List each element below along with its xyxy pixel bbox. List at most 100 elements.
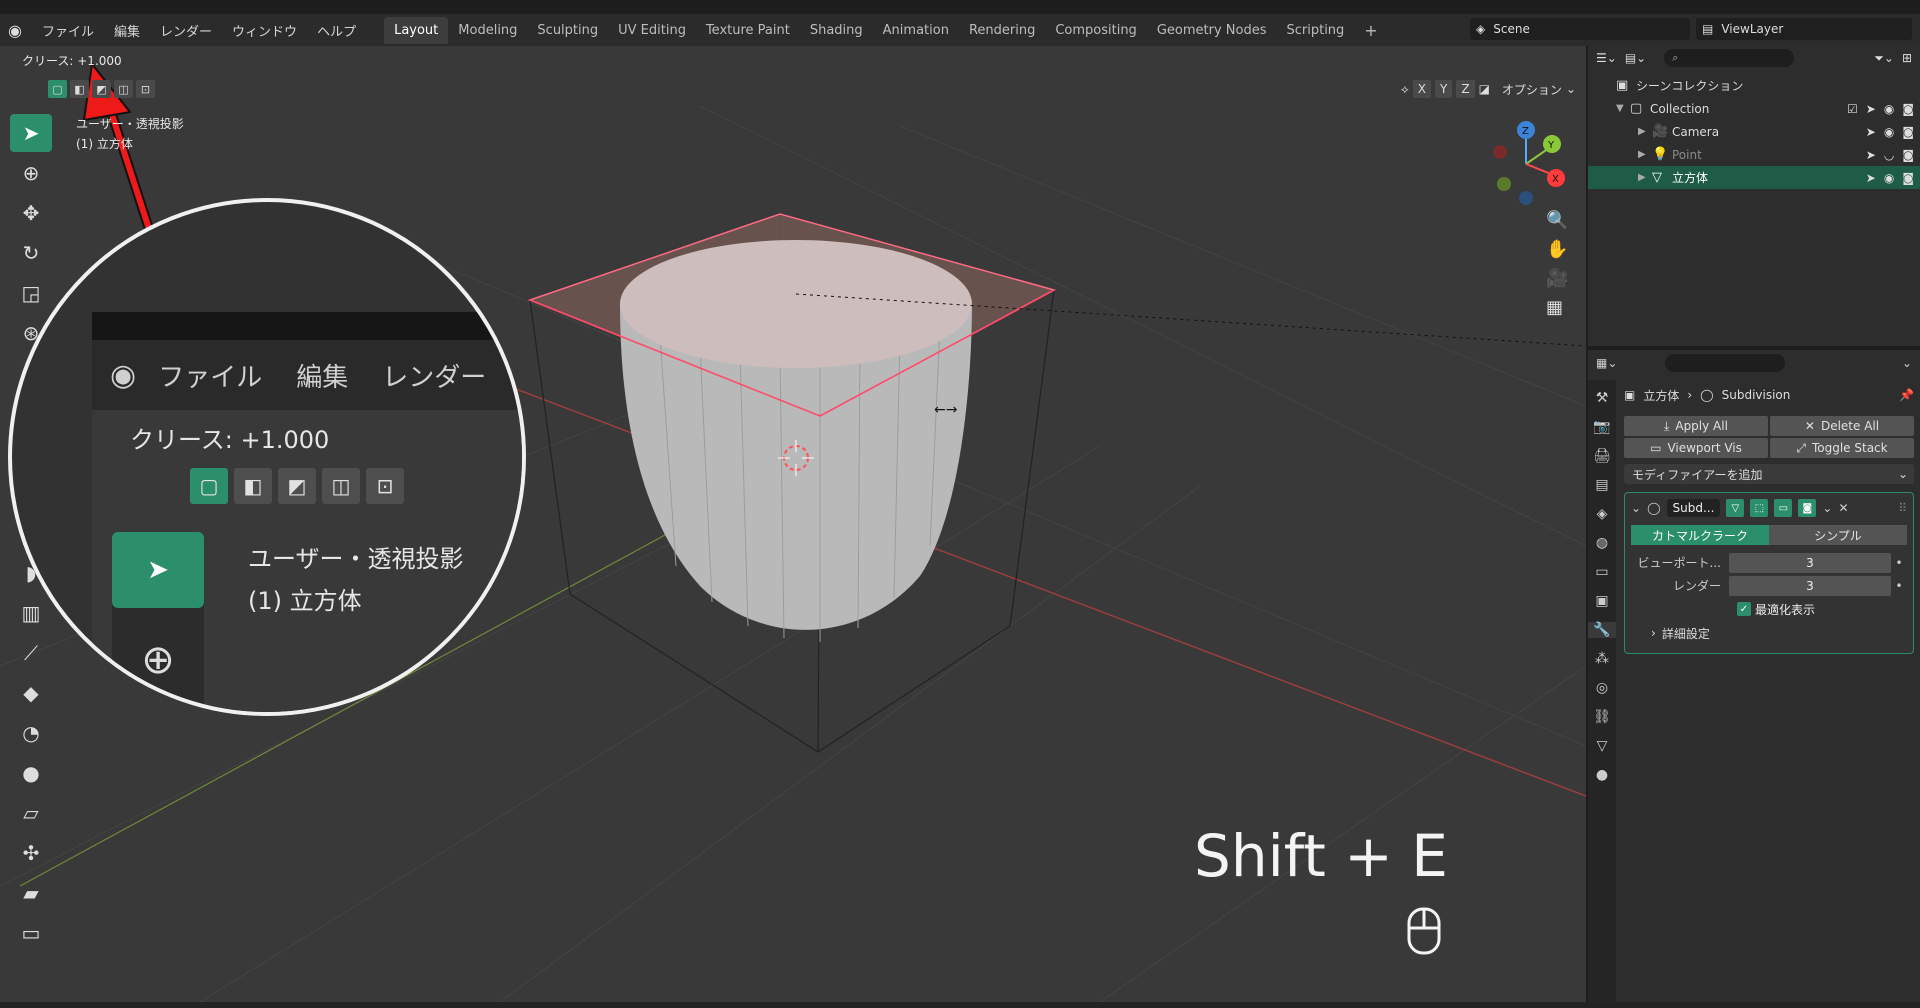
poly-build-tool-icon[interactable]: ◆	[10, 674, 52, 712]
axis-z-toggle[interactable]: Z	[1456, 80, 1475, 98]
tab-sculpting[interactable]: Sculpting	[527, 17, 608, 44]
keyframe-dot-icon[interactable]: •	[1891, 556, 1907, 570]
rotate-tool-icon[interactable]: ↻	[10, 234, 52, 272]
camera-render-icon[interactable]: ◙	[1902, 148, 1914, 162]
select-arrow-icon[interactable]: ➤	[1866, 102, 1876, 116]
expand-arrow-icon[interactable]: ▼	[1616, 103, 1630, 114]
menu-help[interactable]: ヘルプ	[307, 21, 366, 40]
chevron-down-icon[interactable]: ⌄	[1902, 356, 1912, 370]
constraints-tab-icon[interactable]: ⛓	[1593, 709, 1611, 725]
optimal-display-row[interactable]: ✓ 最適化表示	[1737, 597, 1907, 621]
dropdown-icon[interactable]: ⌄	[1822, 501, 1832, 515]
delete-all-button[interactable]: ✕ Delete All	[1770, 416, 1914, 436]
edge-slide-tool-icon[interactable]: ▱	[10, 794, 52, 832]
zoom-icon[interactable]: 🔍	[1546, 210, 1568, 231]
menu-file[interactable]: ファイル	[32, 21, 104, 40]
viewport-toggle-icon[interactable]: ▭	[1774, 499, 1793, 517]
tab-layout[interactable]: Layout	[384, 16, 449, 44]
render-toggle-icon[interactable]: ◙	[1798, 499, 1817, 517]
properties-search-input[interactable]	[1665, 354, 1786, 372]
camera-view-icon[interactable]: 🎥	[1546, 268, 1568, 289]
knife-tool-icon[interactable]: ⟋	[10, 634, 52, 672]
select-arrow-icon[interactable]: ➤	[1866, 148, 1876, 162]
eye-icon[interactable]: ◉	[1884, 125, 1894, 139]
menu-window[interactable]: ウィンドウ	[222, 21, 307, 40]
menu-edit[interactable]: 編集	[104, 21, 150, 40]
collapse-arrow-icon[interactable]: ⌄	[1631, 501, 1641, 515]
select-arrow-icon[interactable]: ➤	[1866, 125, 1876, 139]
move-tool-icon[interactable]: ✥	[10, 194, 52, 232]
viewport-levels-field[interactable]: 3	[1729, 552, 1891, 573]
scene-selector[interactable]: ◈ Scene	[1470, 18, 1690, 40]
select-invert-icon[interactable]: ◫	[114, 80, 133, 98]
select-extend-icon[interactable]: ◧	[70, 80, 89, 98]
material-tab-icon[interactable]: ●	[1596, 767, 1608, 783]
optimal-display-checkbox[interactable]: ✓	[1737, 602, 1751, 616]
view-layer-tab-icon[interactable]: ▤	[1595, 477, 1608, 493]
drag-handle-icon[interactable]: ⠿	[1898, 501, 1907, 515]
add-modifier-dropdown[interactable]: モディファイアーを追加 ⌄	[1624, 464, 1914, 484]
particles-tab-icon[interactable]: ⁂	[1595, 651, 1609, 667]
select-arrow-icon[interactable]: ➤	[1866, 171, 1876, 185]
outliner-scene-collection[interactable]: ▣ シーンコレクション	[1588, 74, 1920, 97]
object-tab-icon[interactable]: ▣	[1595, 593, 1608, 609]
display-mode-icon[interactable]: ▤⌄	[1625, 51, 1646, 65]
outliner-item-camera[interactable]: ▶ 🎥 Camera ➤ ◉ ◙	[1588, 120, 1920, 143]
tab-modeling[interactable]: Modeling	[448, 17, 527, 44]
menu-render[interactable]: レンダー	[150, 21, 222, 40]
camera-render-icon[interactable]: ◙	[1902, 171, 1914, 185]
add-workspace-icon[interactable]: +	[1354, 21, 1387, 40]
catmull-clark-option[interactable]: カトマルクラーク	[1631, 525, 1769, 545]
spin-tool-icon[interactable]: ◔	[10, 714, 52, 752]
tab-texture-paint[interactable]: Texture Paint	[696, 17, 800, 44]
cage-toggle-icon[interactable]: ⬚	[1750, 499, 1769, 517]
axis-x-toggle[interactable]: X	[1412, 80, 1431, 98]
render-levels-field[interactable]: 3	[1729, 575, 1891, 596]
modifier-name-field[interactable]: Subd...	[1666, 499, 1721, 517]
outliner-item-point[interactable]: ▶ 💡 Point ➤ ◡ ◙	[1588, 143, 1920, 166]
pan-hand-icon[interactable]: ✋	[1546, 239, 1568, 260]
tab-compositing[interactable]: Compositing	[1045, 17, 1147, 44]
keyframe-dot-icon[interactable]: •	[1891, 579, 1907, 593]
options-dropdown[interactable]: オプション	[1502, 81, 1562, 98]
scene-tab-icon[interactable]: ◈	[1597, 506, 1608, 522]
rip-tool-icon[interactable]: ▭	[10, 914, 52, 952]
outliner-item-cube[interactable]: ▶ ▽ 立方体 ➤ ◉ ◙	[1588, 166, 1920, 189]
eye-icon[interactable]: ◉	[1884, 102, 1894, 116]
physics-tab-icon[interactable]: ◎	[1596, 680, 1608, 696]
select-subtract-icon[interactable]: ◩	[92, 80, 111, 98]
simple-option[interactable]: シンプル	[1769, 525, 1907, 545]
tab-animation[interactable]: Animation	[873, 17, 959, 44]
blender-logo-icon[interactable]: ◉	[8, 21, 32, 40]
new-collection-icon[interactable]: ⊞	[1902, 51, 1912, 65]
expand-arrow-icon[interactable]: ▶	[1638, 149, 1652, 160]
outliner-collection[interactable]: ▼ ▢ Collection ☑ ➤ ◉ ◙	[1588, 97, 1920, 120]
tab-shading[interactable]: Shading	[800, 17, 873, 44]
expand-arrow-icon[interactable]: ▶	[1638, 126, 1652, 137]
axis-y-toggle[interactable]: Y	[1435, 80, 1453, 98]
select-intersect-icon[interactable]: ⊡	[136, 80, 155, 98]
collection-tab-icon[interactable]: ▭	[1595, 564, 1608, 580]
tab-geometry-nodes[interactable]: Geometry Nodes	[1147, 17, 1277, 44]
advanced-section[interactable]: › 詳細設定	[1651, 621, 1907, 645]
mirror-icon[interactable]: ⟡	[1401, 82, 1409, 97]
select-new-icon[interactable]: ▢	[48, 80, 67, 98]
shrink-fatten-tool-icon[interactable]: ✣	[10, 834, 52, 872]
editor-type-icon[interactable]: ☰⌄	[1596, 51, 1617, 65]
eye-icon[interactable]: ◉	[1884, 171, 1894, 185]
smooth-tool-icon[interactable]: ●	[10, 754, 52, 792]
filter-icon[interactable]: ⏷⌄	[1874, 51, 1894, 66]
shear-tool-icon[interactable]: ▰	[10, 874, 52, 912]
tab-scripting[interactable]: Scripting	[1276, 17, 1354, 44]
eye-closed-icon[interactable]: ◡	[1884, 148, 1894, 162]
select-tool-icon[interactable]: ➤	[10, 114, 52, 152]
view-layer-selector[interactable]: ▤ ViewLayer	[1696, 18, 1912, 40]
world-tab-icon[interactable]: ◍	[1596, 535, 1608, 551]
remove-modifier-icon[interactable]: ✕	[1838, 501, 1848, 515]
apply-all-button[interactable]: ⤓ Apply All	[1624, 416, 1768, 436]
editor-type-icon[interactable]: ▦⌄	[1596, 356, 1617, 370]
expand-arrow-icon[interactable]: ▶	[1638, 172, 1652, 183]
camera-render-icon[interactable]: ◙	[1902, 102, 1914, 116]
camera-render-icon[interactable]: ◙	[1902, 125, 1914, 139]
outliner-search-input[interactable]: ⌕	[1664, 49, 1795, 67]
